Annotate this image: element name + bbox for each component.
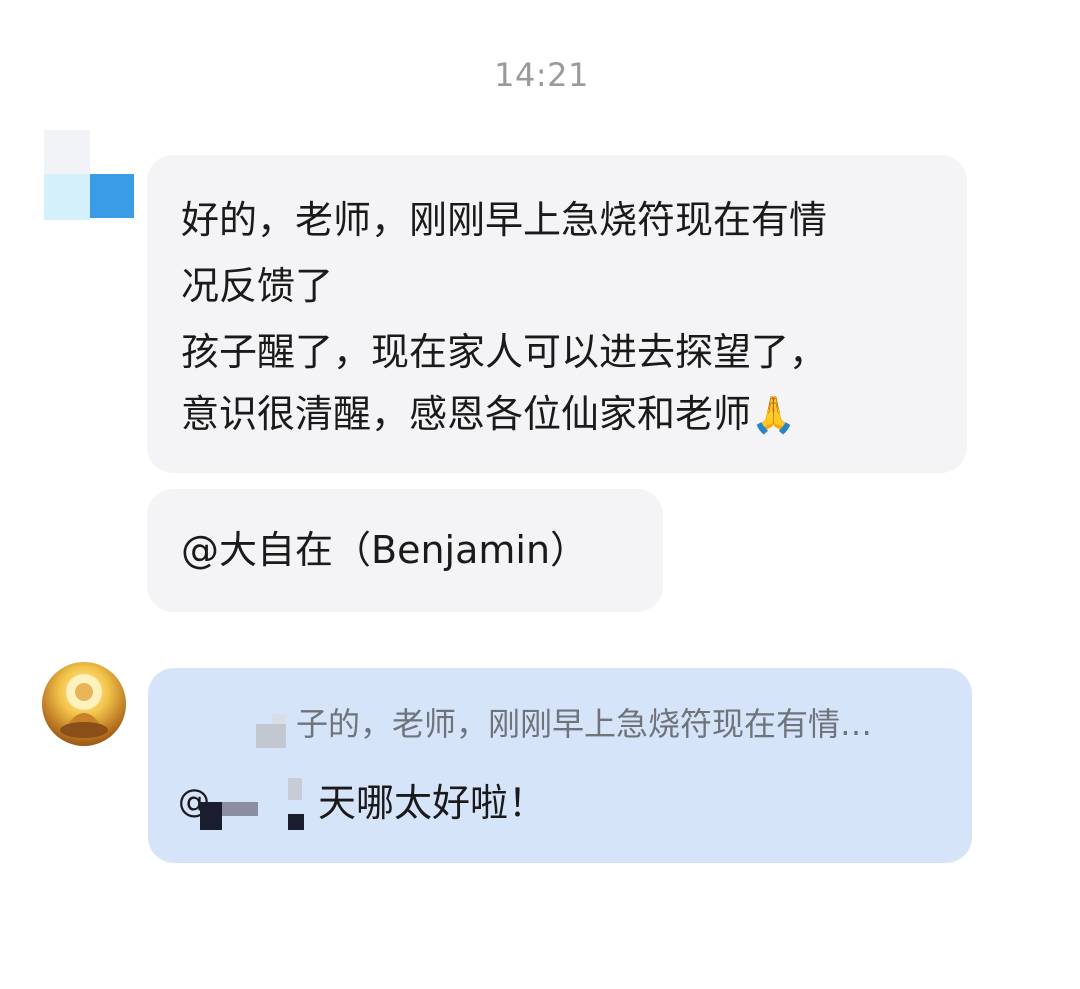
message-line: 孩子醒了，现在家人可以进去探望了， [181,330,828,374]
mosaic-block [200,802,222,830]
mosaic-block [288,778,302,800]
message-timestamp: 14:21 [494,56,589,94]
mosaic-block [288,814,304,830]
mention-bubble[interactable]: @大自在（Benjamin） [147,489,663,612]
buddha-icon [60,674,108,738]
quoted-message: 子的，老师，刚刚早上急烧符现在有情… [296,705,873,743]
mosaic-block [256,724,286,748]
reply-bubble[interactable]: 子的，老师，刚刚早上急烧符现在有情… @ 天哪太好啦！ [148,668,972,863]
message-bubble[interactable]: 好的，老师，刚刚早上急烧符现在有情 况反馈了 孩子醒了，现在家人可以进去探望了，… [147,155,967,473]
self-avatar[interactable] [42,662,126,746]
mosaic-block [222,802,258,816]
message-line: 好的，老师，刚刚早上急烧符现在有情 [181,198,828,242]
mosaic-block [272,714,286,724]
message-line: 况反馈了 [181,264,334,308]
sender-avatar[interactable] [44,130,134,220]
praying-hands-icon: 🙏 [751,395,796,436]
message-line: 意识很清醒，感恩各位仙家和老师 [181,392,752,436]
reply-text: 天哪太好啦！ [318,781,547,825]
mention-text: @大自在（Benjamin） [181,528,589,572]
